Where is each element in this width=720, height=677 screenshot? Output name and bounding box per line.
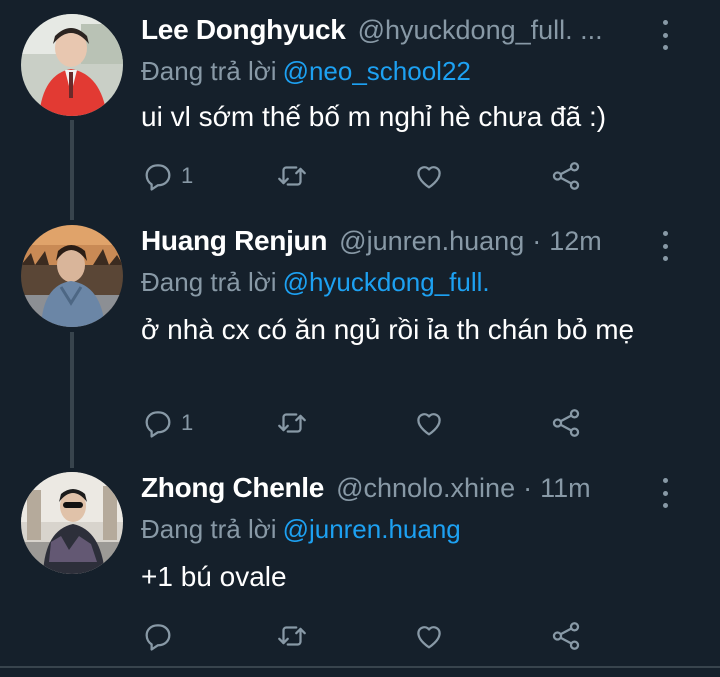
avatar[interactable] [21, 14, 123, 116]
reply-count: 1 [181, 163, 194, 188]
reply-count: 1 [181, 410, 194, 435]
replying-to: Đang trả lời @hyuckdong_full. [141, 267, 490, 298]
tweet-text: ui vl sớm thế bố m nghỉ hè chưa đã :) [141, 101, 607, 132]
separator-dot: · [532, 226, 542, 256]
reply-icon [145, 164, 171, 191]
avatar[interactable] [21, 472, 123, 574]
display-name[interactable]: Lee Donghyuck [141, 14, 346, 46]
user-handle[interactable]: @chnolo.xhine [336, 473, 515, 504]
like-button[interactable] [412, 403, 446, 443]
thread-connector [70, 332, 74, 468]
separator-dot: · [523, 473, 533, 503]
share-button[interactable] [549, 156, 583, 196]
share-button[interactable] [549, 616, 583, 656]
tweet-text: ở nhà cx có ăn ngủ rồi ỉa th chán bỏ mẹ [141, 314, 635, 345]
reply-button[interactable] [141, 616, 181, 656]
more-icon[interactable] [660, 478, 670, 508]
more-icon[interactable] [660, 231, 670, 261]
action-bar: 1 [141, 403, 591, 443]
like-button[interactable] [412, 616, 446, 656]
like-icon [417, 626, 441, 649]
tweet-header: Zhong Chenle @chnolo.xhine · 11m [141, 472, 650, 508]
reply-icon [145, 411, 171, 438]
mention-link[interactable]: @junren.huang [283, 514, 461, 544]
replying-to: Đang trả lời @junren.huang [141, 514, 461, 545]
avatar[interactable] [21, 225, 123, 327]
tweet-header: Huang Renjun @junren.huang · 12m [141, 225, 650, 261]
user-handle[interactable]: @junren.huang [339, 226, 524, 257]
action-bar: 1 [141, 156, 591, 196]
retweet-icon [278, 626, 306, 646]
share-icon [552, 162, 580, 190]
user-handle[interactable]: @hyuckdong_full. ... [358, 15, 603, 46]
more-icon[interactable] [660, 20, 670, 50]
mention-link[interactable]: @hyuckdong_full. [283, 267, 490, 297]
retweet-button[interactable] [275, 616, 309, 656]
replying-to-label: Đang trả lời [141, 56, 277, 86]
retweet-icon [278, 413, 306, 433]
display-name[interactable]: Zhong Chenle [141, 472, 324, 504]
tweet-text: +1 bú ovale [141, 561, 287, 592]
reply-thread: Lee Donghyuck @hyuckdong_full. ... Đang … [0, 0, 720, 677]
reply-icon [145, 624, 171, 651]
tweet-header: Lee Donghyuck @hyuckdong_full. ... [141, 14, 650, 50]
timestamp[interactable]: 12m [549, 226, 602, 257]
replying-to-label: Đang trả lời [141, 267, 277, 297]
reply-button[interactable]: 1 [141, 156, 193, 196]
retweet-icon [278, 166, 306, 186]
timestamp[interactable]: 11m [540, 473, 591, 504]
retweet-button[interactable] [275, 403, 309, 443]
reply-button[interactable]: 1 [141, 403, 193, 443]
display-name[interactable]: Huang Renjun [141, 225, 327, 257]
share-icon [552, 409, 580, 437]
replying-to-label: Đang trả lời [141, 514, 277, 544]
like-icon [417, 413, 441, 436]
share-button[interactable] [549, 403, 583, 443]
like-button[interactable] [412, 156, 446, 196]
replying-to: Đang trả lời @neo_school22 [141, 56, 471, 87]
divider [0, 666, 720, 668]
action-bar [141, 616, 591, 656]
retweet-button[interactable] [275, 156, 309, 196]
share-icon [552, 622, 580, 650]
like-icon [417, 166, 441, 189]
mention-link[interactable]: @neo_school22 [283, 56, 471, 86]
thread-connector [70, 120, 74, 220]
